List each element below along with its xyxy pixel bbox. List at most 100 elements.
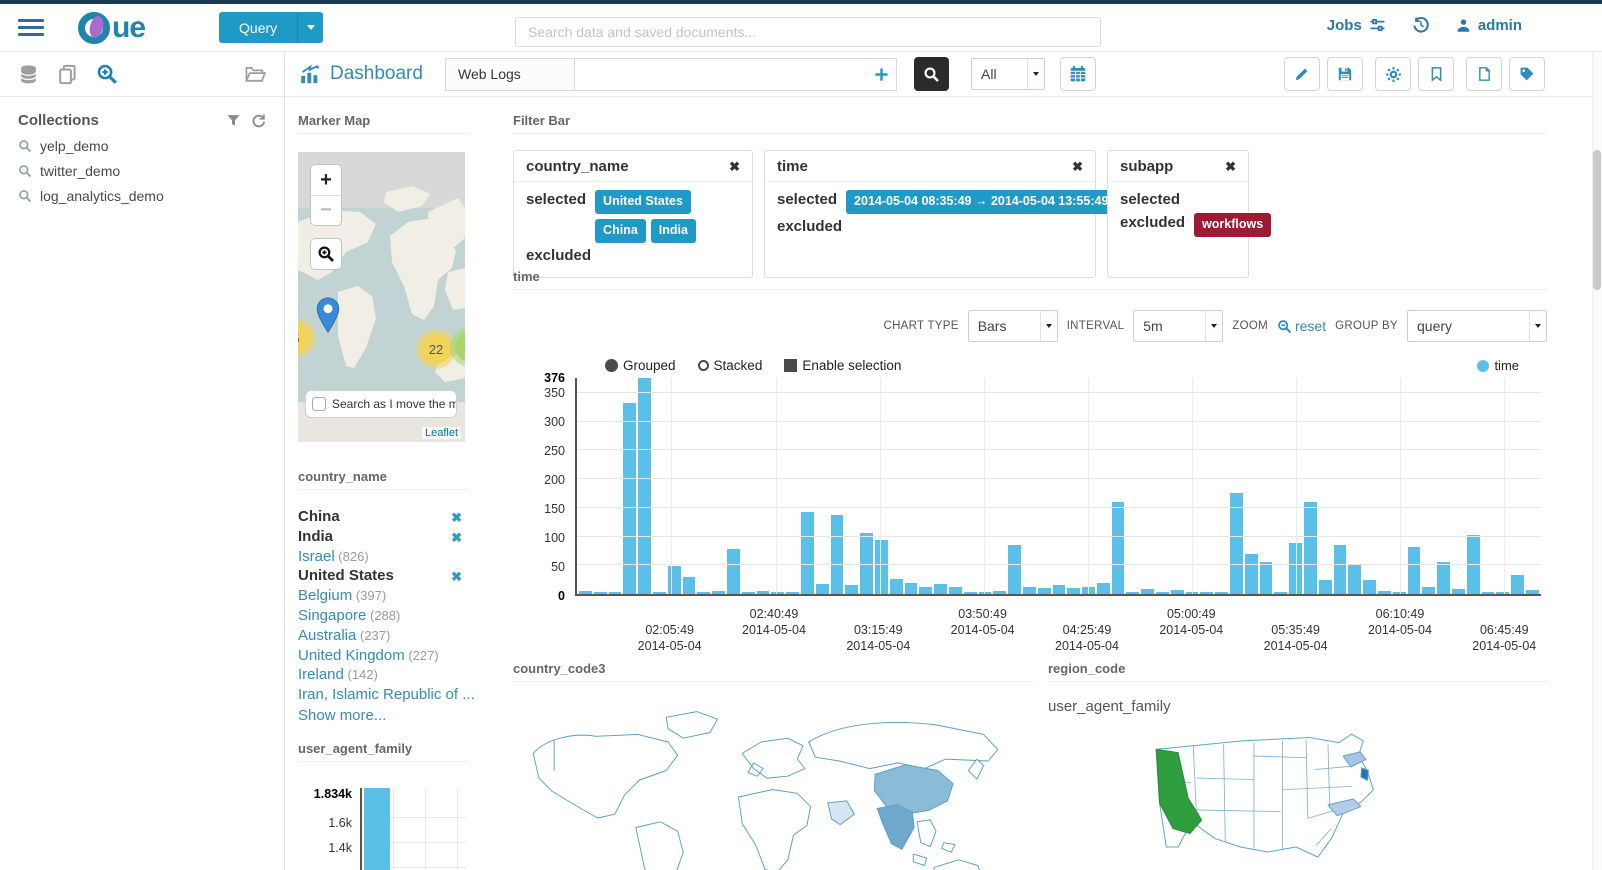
facet-item[interactable]: Ireland (142) xyxy=(298,665,468,685)
time-bar[interactable] xyxy=(934,584,947,594)
time-bar[interactable] xyxy=(845,584,859,594)
leaflet-attribution[interactable]: Leaflet xyxy=(421,427,461,439)
facet-label[interactable]: United Kingdom xyxy=(298,647,405,664)
save-dashboard-button[interactable] xyxy=(1327,57,1363,91)
time-bar[interactable] xyxy=(741,591,755,594)
facet-label[interactable]: Ireland xyxy=(298,666,344,683)
time-bar[interactable] xyxy=(786,591,799,594)
time-bar[interactable] xyxy=(1481,591,1495,594)
time-bar[interactable] xyxy=(1304,501,1317,594)
facet-item[interactable]: India ✖ xyxy=(298,527,468,547)
time-bar[interactable] xyxy=(1333,545,1347,594)
time-bar[interactable] xyxy=(1452,588,1465,594)
time-bar[interactable] xyxy=(1022,586,1036,594)
collection-item[interactable]: log_analytics_demo xyxy=(18,188,266,204)
time-bar[interactable] xyxy=(652,591,666,594)
time-bar[interactable] xyxy=(919,587,933,594)
time-bar[interactable] xyxy=(1378,591,1391,594)
time-bar[interactable] xyxy=(638,378,651,594)
facet-item[interactable]: Belgium (397) xyxy=(298,586,468,606)
facet-label[interactable]: Israel xyxy=(298,548,335,565)
time-bar[interactable] xyxy=(1052,584,1066,594)
tags-button[interactable] xyxy=(1509,57,1545,91)
time-bar[interactable] xyxy=(1156,591,1169,594)
group-by-select[interactable]: query xyxy=(1407,310,1547,342)
time-bar[interactable] xyxy=(1008,545,1021,594)
time-bar[interactable] xyxy=(1170,589,1184,594)
remove-filter-icon[interactable]: ✖ xyxy=(1072,159,1083,175)
documents-icon[interactable] xyxy=(57,64,78,85)
user-agent-chart-plot[interactable] xyxy=(360,788,466,870)
remove-filter-icon[interactable]: ✖ xyxy=(1225,159,1236,175)
dashboard-search-input[interactable] xyxy=(575,58,866,90)
time-bar[interactable] xyxy=(756,591,770,594)
query-dropdown-caret[interactable] xyxy=(297,12,323,43)
history-button[interactable] xyxy=(1412,16,1430,34)
time-bar[interactable] xyxy=(579,591,592,594)
time-bar[interactable] xyxy=(667,566,681,594)
time-bar[interactable] xyxy=(1141,589,1155,594)
chart-type-select[interactable]: Bars xyxy=(967,310,1058,342)
time-bar[interactable] xyxy=(1037,587,1051,594)
facet-label[interactable]: United States xyxy=(298,567,394,584)
facet-item[interactable]: United States ✖ xyxy=(298,566,468,586)
zoom-in-icon[interactable] xyxy=(96,63,118,85)
facet-item[interactable]: Australia (237) xyxy=(298,626,468,646)
filter-value-pill[interactable]: China xyxy=(595,219,646,243)
filter-value-pill[interactable]: United States xyxy=(595,190,691,214)
time-chart-plot[interactable] xyxy=(575,378,1541,596)
time-bar[interactable] xyxy=(1526,589,1539,594)
time-bar[interactable] xyxy=(948,587,962,594)
bookmark-button[interactable] xyxy=(1418,57,1454,91)
time-bar[interactable] xyxy=(1496,591,1510,594)
time-bar[interactable] xyxy=(682,577,696,594)
time-bar[interactable] xyxy=(1274,591,1288,594)
map-search-toggle[interactable]: Search as I move the map xyxy=(305,390,457,418)
show-more-link[interactable]: Show more... xyxy=(298,707,468,724)
series-legend[interactable]: time xyxy=(1477,358,1519,373)
time-bar[interactable] xyxy=(1422,587,1436,594)
user-agent-bar[interactable] xyxy=(364,788,390,870)
time-bar[interactable] xyxy=(593,591,607,594)
scrollbar-thumb[interactable] xyxy=(1593,150,1601,290)
menu-icon[interactable] xyxy=(18,15,44,40)
filter-value-pill[interactable]: 2014-05-04 08:35:49 → 2014-05-04 13:55:4… xyxy=(846,190,1117,214)
user-menu[interactable]: admin xyxy=(1456,17,1522,34)
filter-funnel-icon[interactable] xyxy=(226,113,241,128)
time-bar[interactable] xyxy=(1200,591,1214,594)
collection-selector[interactable]: Web Logs xyxy=(445,57,575,91)
add-query-button[interactable] xyxy=(866,67,896,82)
time-bar[interactable] xyxy=(874,540,888,594)
us-choropleth-map[interactable] xyxy=(1110,719,1450,870)
filter-value-pill[interactable]: workflows xyxy=(1194,213,1272,237)
time-bar[interactable] xyxy=(1067,587,1081,594)
remove-facet-icon[interactable]: ✖ xyxy=(451,508,462,528)
time-bar[interactable] xyxy=(1363,580,1377,594)
scope-select[interactable]: All xyxy=(971,58,1045,90)
scrollbar-track[interactable] xyxy=(1592,52,1602,870)
map-zoom-in-button[interactable]: + xyxy=(311,165,341,195)
facet-label[interactable]: Iran, Islamic Republic of ... xyxy=(298,686,475,703)
enable-selection-checkbox[interactable]: Enable selection xyxy=(784,358,901,373)
time-bar[interactable] xyxy=(1511,575,1524,594)
checkbox[interactable] xyxy=(312,397,326,411)
time-bar[interactable] xyxy=(815,583,829,594)
time-bar[interactable] xyxy=(830,515,844,594)
facet-item[interactable]: Singapore (288) xyxy=(298,606,468,626)
time-bar[interactable] xyxy=(1244,554,1258,594)
time-bar[interactable] xyxy=(1407,546,1421,594)
time-bar[interactable] xyxy=(771,591,785,594)
time-bar[interactable] xyxy=(993,590,1007,594)
time-bar[interactable] xyxy=(697,591,711,594)
time-bar[interactable] xyxy=(978,591,992,594)
map-magnify-button[interactable] xyxy=(310,238,342,270)
time-bar[interactable] xyxy=(1096,583,1110,594)
folder-open-icon[interactable] xyxy=(244,64,266,84)
facet-label[interactable]: Singapore xyxy=(298,607,366,624)
time-bar[interactable] xyxy=(904,583,918,594)
world-choropleth-map[interactable] xyxy=(513,704,1018,870)
time-bar[interactable] xyxy=(1126,591,1140,594)
time-bar[interactable] xyxy=(1348,564,1362,594)
interval-select[interactable]: 5m xyxy=(1133,310,1224,342)
collection-item[interactable]: twitter_demo xyxy=(18,163,266,179)
